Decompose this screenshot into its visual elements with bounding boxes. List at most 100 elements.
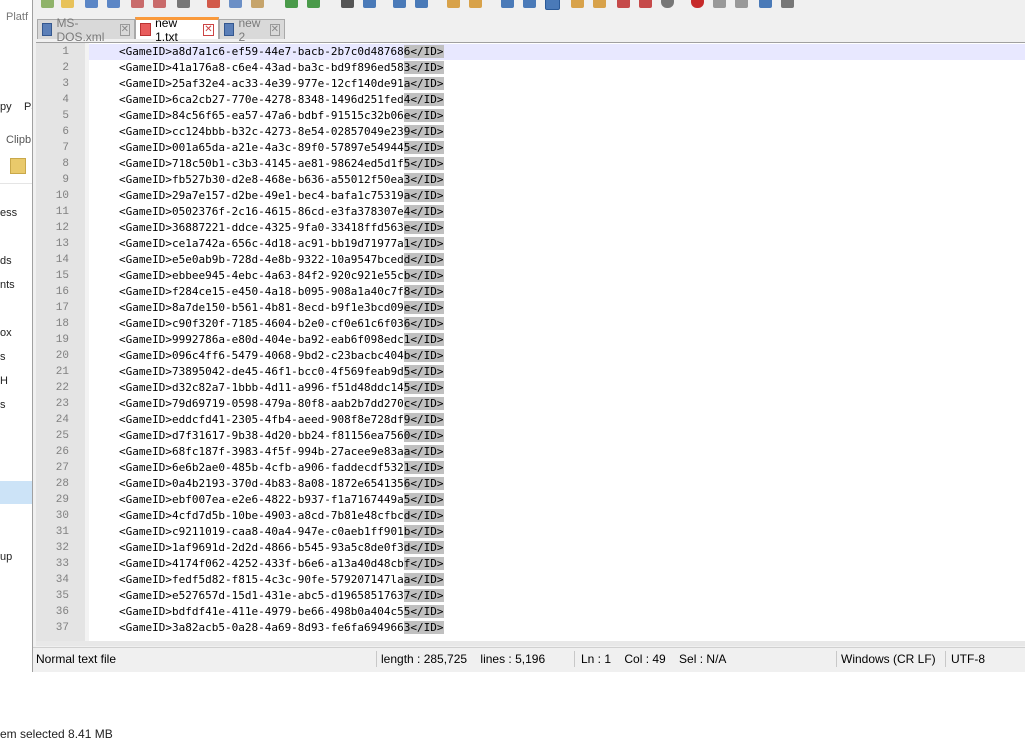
replace-icon[interactable] [363, 0, 376, 8]
line-endings-label[interactable]: Windows (CR LF) [841, 648, 936, 670]
encoding-label[interactable]: UTF-8 [951, 648, 985, 670]
function-list-icon[interactable] [617, 0, 630, 8]
sync-horizontal-icon[interactable] [469, 0, 482, 8]
nav-item-fragment[interactable]: ds [0, 255, 12, 267]
code-line[interactable]: <GameID>41a176a8-c6e4-43ad-ba3c-bd9f896e… [119, 60, 444, 76]
zoom-out-icon[interactable] [415, 0, 428, 8]
tab-ms-dos-xml[interactable]: MS-DOS.xml ✕ [37, 16, 135, 44]
code-line[interactable]: <GameID>c9211019-caa8-40a4-947e-c0aeb1ff… [119, 524, 444, 540]
close-file-icon[interactable] [131, 0, 144, 8]
selection-highlight: b</ID> [403, 525, 444, 538]
save-macro-icon[interactable] [781, 0, 794, 8]
modified-file-icon [140, 23, 152, 36]
horizontal-scrollbar[interactable] [36, 641, 1025, 646]
code-line[interactable]: <GameID>cc124bbb-b32c-4273-8e54-02857049… [119, 124, 444, 140]
undo-icon[interactable] [285, 0, 298, 8]
code-line[interactable]: <GameID>ebbee945-4ebc-4a63-84f2-920c921e… [119, 268, 444, 284]
play-macro-icon[interactable] [735, 0, 748, 8]
new-file-icon[interactable] [41, 0, 54, 8]
code-line[interactable]: <GameID>d7f31617-9b38-4d20-bb24-f81156ea… [119, 428, 444, 444]
copy-icon[interactable] [229, 0, 242, 8]
code-line[interactable]: <GameID>ebf007ea-e2e6-4822-b937-f1a71674… [119, 492, 444, 508]
save-icon[interactable] [85, 0, 98, 8]
code-line[interactable]: <GameID>68fc187f-3983-4f5f-994b-27acee9e… [119, 444, 444, 460]
nav-item-fragment[interactable]: ess [0, 207, 17, 219]
print-icon[interactable] [177, 0, 190, 8]
save-all-icon[interactable] [107, 0, 120, 8]
find-icon[interactable] [341, 0, 354, 8]
text-editor[interactable]: 1 2 3 4 5 6 7 8 9 10 11 12 13 14 15 16 17 18 19 20 21 22 23 24 2… [36, 42, 1025, 641]
lang-icon[interactable] [571, 0, 584, 8]
code-line-text: <GameID>ce1a742a-656c-4d18-ac91-bb19d719… [119, 237, 404, 250]
code-line[interactable]: <GameID>a8d7a1c6-ef59-44e7-bacb-2b7c0d48… [119, 44, 444, 60]
folder-workspace-icon[interactable] [639, 0, 652, 8]
nav-item-fragment[interactable]: s [0, 351, 6, 363]
selection-highlight: 9</ID> [403, 413, 444, 426]
copy-button-fragment[interactable]: py [0, 101, 12, 113]
code-line[interactable]: <GameID>3a82acb5-0a28-4a69-8d93-fe6fa694… [119, 620, 444, 636]
code-line[interactable]: <GameID>1af9691d-2d2d-4866-b545-93a5c8de… [119, 540, 444, 556]
nav-item-fragment[interactable]: s [0, 399, 6, 411]
code-line-text: <GameID>fedf5d82-f815-4c3c-90fe-57920714… [119, 573, 404, 586]
code-line[interactable]: <GameID>001a65da-a21e-4a3c-89f0-57897e54… [119, 140, 444, 156]
code-line[interactable]: <GameID>4174f062-4252-433f-b6e6-a13a40d4… [119, 556, 444, 572]
length-lines-label: length : 285,725 lines : 5,196 [381, 652, 546, 666]
close-icon[interactable]: ✕ [269, 23, 280, 36]
code-line[interactable]: <GameID>79d69719-0598-479a-80f8-aab2b7dd… [119, 396, 444, 412]
paste-icon[interactable] [251, 0, 264, 8]
zoom-in-icon[interactable] [393, 0, 406, 8]
code-line[interactable]: <GameID>bdfdf41e-411e-4979-be66-498b0a40… [119, 604, 444, 620]
code-line[interactable]: <GameID>29a7e157-d2be-49e1-bec4-bafa1c75… [119, 188, 444, 204]
line-number: 13 [55, 238, 69, 250]
close-icon[interactable]: ✕ [119, 23, 130, 36]
word-wrap-icon[interactable] [501, 0, 514, 8]
code-line[interactable]: <GameID>0a4b2193-370d-4b83-8a08-1872e654… [119, 476, 444, 492]
code-line[interactable]: <GameID>718c50b1-c3b3-4145-ae81-98624ed5… [119, 156, 444, 172]
text-area[interactable]: <GameID>a8d7a1c6-ef59-44e7-bacb-2b7c0d48… [89, 43, 1025, 641]
code-line[interactable]: <GameID>eddcfd41-2305-4fb4-aeed-908f8e72… [119, 412, 444, 428]
tab-new-2[interactable]: new 2 ✕ [219, 16, 285, 44]
stop-macro-icon[interactable] [713, 0, 726, 8]
line-number: 20 [55, 350, 69, 362]
code-line[interactable]: <GameID>9992786a-e80d-404e-ba92-eab6f098… [119, 332, 444, 348]
code-line[interactable]: <GameID>36887221-ddce-4325-9fa0-33418ffd… [119, 220, 444, 236]
code-line[interactable]: <GameID>6ca2cb27-770e-4278-8348-1496d251… [119, 92, 444, 108]
code-line[interactable]: <GameID>73895042-de45-46f1-bcc0-4f569fea… [119, 364, 444, 380]
nav-item-fragment[interactable]: ox [0, 327, 12, 339]
code-line[interactable]: <GameID>096c4ff6-5479-4068-9bd2-c23bacbc… [119, 348, 444, 364]
nav-item-fragment[interactable]: nts [0, 279, 15, 291]
code-line[interactable]: <GameID>ce1a742a-656c-4d18-ac91-bb19d719… [119, 236, 444, 252]
nav-item-fragment[interactable]: H [0, 375, 8, 387]
doc-map-icon[interactable] [593, 0, 606, 8]
run-macro-icon[interactable] [759, 0, 772, 8]
explorer-selected-row[interactable] [0, 481, 32, 504]
sync-vertical-icon[interactable] [447, 0, 460, 8]
code-line[interactable]: <GameID>84c56f65-ea57-47a6-bdbf-91515c32… [119, 108, 444, 124]
code-line[interactable]: <GameID>0502376f-2c16-4615-86cd-e3fa3783… [119, 204, 444, 220]
code-line[interactable]: <GameID>c90f320f-7185-4604-b2e0-cf0e61c6… [119, 316, 444, 332]
tab-new-1-txt[interactable]: new 1.txt ✕ [135, 16, 219, 44]
code-line[interactable]: <GameID>6e6b2ae0-485b-4cfb-a906-faddecdf… [119, 460, 444, 476]
code-line[interactable]: <GameID>4cfd7d5b-10be-4903-a8cd-7b81e48c… [119, 508, 444, 524]
record-macro-icon[interactable] [691, 0, 704, 8]
nav-item-fragment[interactable]: up [0, 551, 12, 563]
cut-icon[interactable] [207, 0, 220, 8]
code-line[interactable]: <GameID>e5e0ab9b-728d-4e8b-9322-10a9547b… [119, 252, 444, 268]
show-all-chars-icon[interactable] [523, 0, 536, 8]
code-line[interactable]: <GameID>25af32e4-ac33-4e39-977e-12cf140d… [119, 76, 444, 92]
code-line-text: <GameID>6e6b2ae0-485b-4cfb-a906-faddecdf… [119, 461, 404, 474]
selection-highlight: 5</ID> [403, 605, 444, 618]
monitoring-icon[interactable] [661, 0, 674, 8]
code-line[interactable]: <GameID>f284ce15-e450-4a18-b095-908a1a40… [119, 284, 444, 300]
code-line[interactable]: <GameID>fedf5d82-f815-4c3c-90fe-57920714… [119, 572, 444, 588]
explorer-tab-fragment[interactable]: Platf [6, 11, 28, 23]
code-line[interactable]: <GameID>8a7de150-b561-4b81-8ecd-b9f1e3bc… [119, 300, 444, 316]
indent-guide-icon[interactable] [545, 0, 560, 10]
close-all-icon[interactable] [153, 0, 166, 8]
code-line[interactable]: <GameID>fb527b30-d2e8-468e-b636-a55012f5… [119, 172, 444, 188]
code-line[interactable]: <GameID>e527657d-15d1-431e-abc5-d1965851… [119, 588, 444, 604]
open-file-icon[interactable] [61, 0, 74, 8]
code-line[interactable]: <GameID>d32c82a7-1bbb-4d11-a996-f51d48dd… [119, 380, 444, 396]
redo-icon[interactable] [307, 0, 320, 8]
close-icon[interactable]: ✕ [202, 23, 214, 36]
